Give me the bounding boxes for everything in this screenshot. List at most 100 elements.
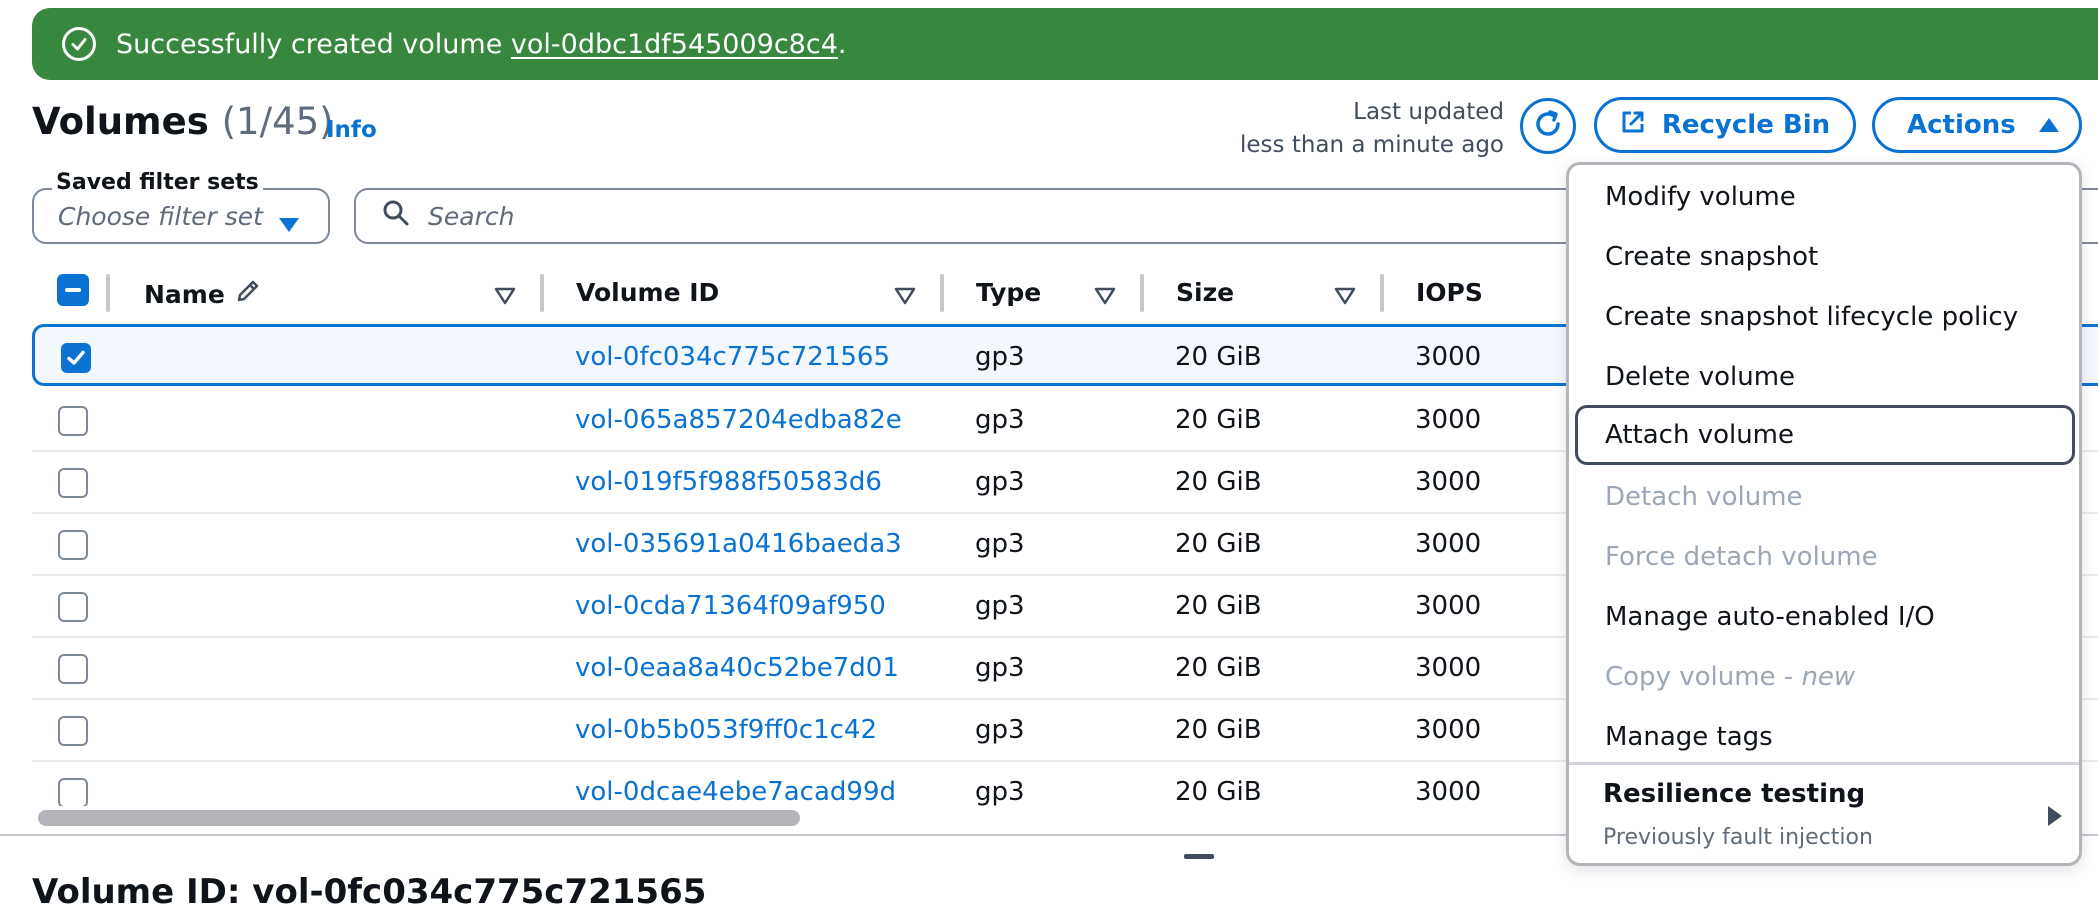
flash-message-prefix: Successfully created volume xyxy=(116,28,511,60)
info-link[interactable]: Info xyxy=(326,117,377,143)
row-checkbox[interactable] xyxy=(58,406,88,436)
row-volume-id[interactable]: vol-0dcae4ebe7acad99d xyxy=(575,777,896,806)
search-icon xyxy=(382,199,410,233)
search-placeholder: Search xyxy=(428,201,515,231)
row-type: gp3 xyxy=(975,529,1025,559)
row-volume-id[interactable]: vol-0fc034c775c721565 xyxy=(575,342,890,372)
submenu-description: Previously fault injection xyxy=(1603,825,1873,850)
row-checkbox[interactable] xyxy=(58,530,88,560)
flash-message-suffix: . xyxy=(837,28,847,60)
row-size: 20 GiB xyxy=(1175,777,1262,806)
menu-item-create-snapshot-lifecycle-policy[interactable]: Create snapshot lifecycle policy xyxy=(1575,287,2075,347)
row-type: gp3 xyxy=(975,777,1025,806)
menu-item-manage-tags[interactable]: Manage tags xyxy=(1575,707,2075,767)
select-all-checkbox[interactable] xyxy=(57,274,89,306)
detail-panel-title: Volume ID: vol-0fc034c775c721565 xyxy=(32,872,707,912)
row-checkbox[interactable] xyxy=(58,654,88,684)
row-iops: 3000 xyxy=(1415,342,1482,372)
split-panel-drag-handle[interactable] xyxy=(1184,854,1214,859)
row-checkbox[interactable] xyxy=(58,592,88,622)
row-volume-id[interactable]: vol-065a857204edba82e xyxy=(575,405,902,435)
sort-size-icon[interactable] xyxy=(1334,282,1356,311)
refresh-icon xyxy=(1531,107,1565,145)
column-header-volume-id[interactable]: Volume ID xyxy=(576,278,719,307)
column-name-label: Name xyxy=(144,279,225,309)
row-size: 20 GiB xyxy=(1175,591,1262,621)
sort-type-icon[interactable] xyxy=(1094,282,1116,311)
new-badge: new xyxy=(1801,662,1856,692)
actions-dropdown-menu: Modify volume Create snapshot Create sna… xyxy=(1566,162,2082,866)
success-flashbar: Successfully created volume vol-0dbc1df5… xyxy=(32,8,2098,80)
menu-item-attach-volume[interactable]: Attach volume xyxy=(1575,405,2075,465)
column-separator xyxy=(940,274,944,312)
row-volume-id[interactable]: vol-0cda71364f09af950 xyxy=(575,591,886,621)
column-iops-label: IOPS xyxy=(1416,278,1483,307)
column-header-iops[interactable]: IOPS xyxy=(1416,278,1483,307)
menu-item-force-detach-volume: Force detach volume xyxy=(1605,542,1878,572)
menu-item-detach-volume: Detach volume xyxy=(1605,482,1803,512)
row-type: gp3 xyxy=(975,715,1025,745)
menu-item-modify-volume[interactable]: Modify volume xyxy=(1575,167,2075,227)
row-iops: 3000 xyxy=(1415,653,1482,683)
column-separator xyxy=(1380,274,1384,312)
success-check-icon xyxy=(62,27,96,61)
pencil-icon xyxy=(235,278,261,310)
last-updated: Last updated less than a minute ago xyxy=(1240,96,1504,162)
horizontal-scrollbar[interactable] xyxy=(38,810,800,826)
row-iops: 3000 xyxy=(1415,405,1482,435)
actions-label: Actions xyxy=(1907,110,2016,140)
row-iops: 3000 xyxy=(1415,529,1482,559)
actions-button[interactable]: Actions xyxy=(1872,97,2082,153)
row-type: gp3 xyxy=(975,653,1025,683)
menu-item-copy-volume: Copy volume - new xyxy=(1575,647,2075,707)
row-volume-id[interactable]: vol-0eaa8a40c52be7d01 xyxy=(575,653,899,683)
selection-count: (1/45) xyxy=(221,100,334,143)
row-type: gp3 xyxy=(975,591,1025,621)
row-size: 20 GiB xyxy=(1175,653,1262,683)
row-checkbox[interactable] xyxy=(58,468,88,498)
sort-volume-id-icon[interactable] xyxy=(894,282,916,311)
sort-name-icon[interactable] xyxy=(494,282,516,311)
external-link-icon xyxy=(1620,109,1646,142)
row-type: gp3 xyxy=(975,405,1025,435)
row-iops: 3000 xyxy=(1415,715,1482,745)
column-size-label: Size xyxy=(1176,278,1235,307)
page-title-text: Volumes xyxy=(32,100,209,143)
column-separator xyxy=(106,274,110,312)
column-header-type[interactable]: Type xyxy=(976,278,1041,307)
caret-right-icon[interactable] xyxy=(2047,805,2063,831)
row-volume-id[interactable]: vol-019f5f988f50583d6 xyxy=(575,467,882,497)
refresh-button[interactable] xyxy=(1520,98,1576,154)
row-volume-id[interactable]: vol-035691a0416baeda3 xyxy=(575,529,902,559)
row-iops: 3000 xyxy=(1415,467,1482,497)
column-separator xyxy=(1140,274,1144,312)
caret-up-icon xyxy=(2038,110,2060,140)
caret-down-icon xyxy=(278,210,300,239)
row-iops: 3000 xyxy=(1415,591,1482,621)
row-size: 20 GiB xyxy=(1175,467,1262,497)
last-updated-label: Last updated xyxy=(1353,99,1504,125)
recycle-bin-label: Recycle Bin xyxy=(1661,110,1831,140)
row-type: gp3 xyxy=(975,342,1025,372)
copy-volume-label: Copy volume - xyxy=(1605,662,1802,692)
row-size: 20 GiB xyxy=(1175,529,1262,559)
column-header-name[interactable]: Name xyxy=(144,278,261,310)
submenu-resilience-testing[interactable]: Resilience testing xyxy=(1603,779,1865,809)
row-checkbox[interactable] xyxy=(58,778,88,806)
menu-item-manage-auto-enabled-io[interactable]: Manage auto-enabled I/O xyxy=(1575,587,2075,647)
column-header-size[interactable]: Size xyxy=(1176,278,1234,307)
saved-filter-sets-label: Saved filter sets xyxy=(52,170,263,195)
row-type: gp3 xyxy=(975,467,1025,497)
flash-volume-link[interactable]: vol-0dbc1df545009c8c4 xyxy=(511,29,838,60)
row-size: 20 GiB xyxy=(1175,405,1262,435)
recycle-bin-button[interactable]: Recycle Bin xyxy=(1594,97,1856,153)
row-size: 20 GiB xyxy=(1175,342,1262,372)
row-checkbox[interactable] xyxy=(58,716,88,746)
last-updated-value: less than a minute ago xyxy=(1240,132,1504,158)
saved-filter-set-select[interactable]: Choose filter set xyxy=(32,188,330,244)
column-type-label: Type xyxy=(976,278,1042,307)
row-volume-id[interactable]: vol-0b5b053f9ff0c1c42 xyxy=(575,715,877,745)
row-checkbox[interactable] xyxy=(61,343,91,373)
menu-item-create-snapshot[interactable]: Create snapshot xyxy=(1575,227,2075,287)
menu-item-delete-volume[interactable]: Delete volume xyxy=(1575,347,2075,407)
